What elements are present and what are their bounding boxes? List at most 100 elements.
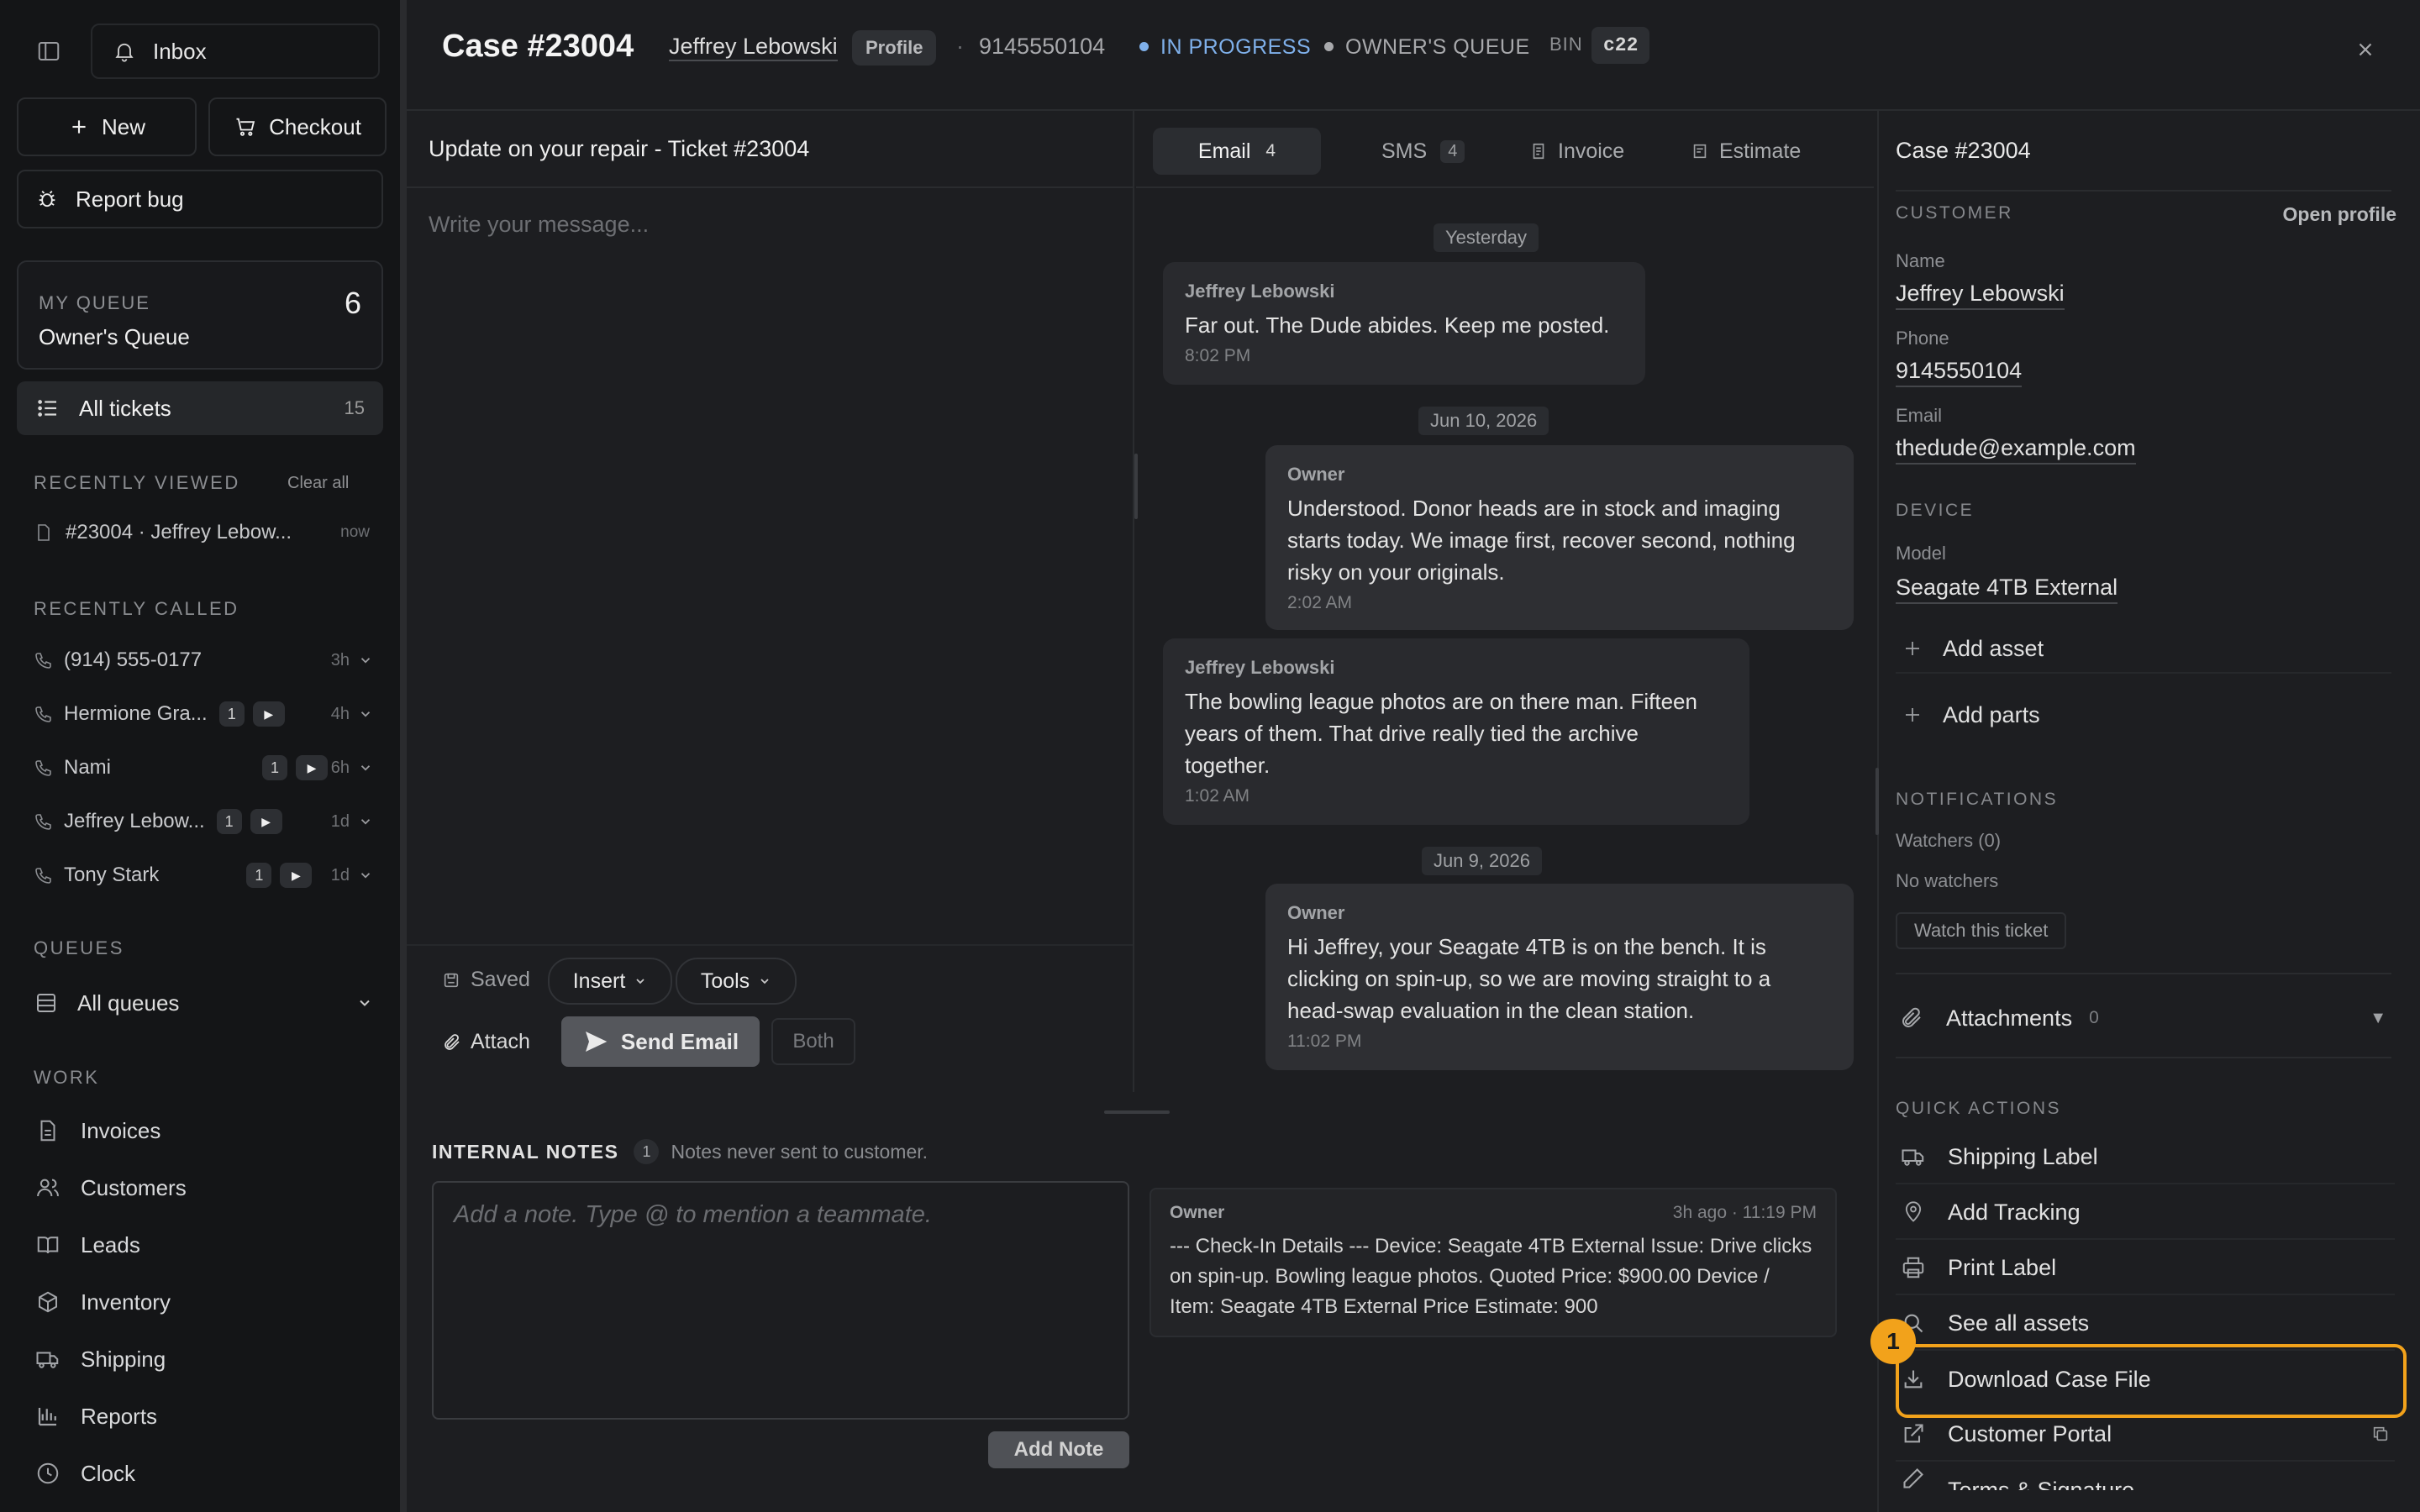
nav-invoices[interactable]: Invoices <box>34 1112 160 1149</box>
report-bug-label: Report bug <box>76 186 184 212</box>
device-model-value[interactable]: Seagate 4TB External <box>1896 575 2118 604</box>
attachments-section-toggle[interactable]: Attachments 0 ▼ <box>1896 995 2391 1042</box>
chevron-down-icon[interactable] <box>358 653 373 668</box>
queue-badge[interactable]: OWNER'S QUEUE <box>1324 35 1530 60</box>
chevron-down-icon[interactable] <box>358 706 373 722</box>
checkout-button[interactable]: Checkout <box>208 97 387 156</box>
phone-icon <box>34 758 54 778</box>
call-row[interactable]: Hermione Gra... 1 ▶ 4h <box>34 697 373 731</box>
customer-name-value[interactable]: Jeffrey Lebowski <box>1896 281 2065 310</box>
book-icon <box>34 1232 62 1257</box>
add-asset-label: Add asset <box>1943 635 2044 661</box>
shipping-label-action[interactable]: Shipping Label <box>1896 1131 2395 1184</box>
bug-icon <box>35 187 59 211</box>
sidebar-panel-icon <box>38 42 60 60</box>
my-queue-caption: MY QUEUE <box>39 292 150 313</box>
nav-inventory[interactable]: Inventory <box>34 1284 171 1320</box>
nav-clock[interactable]: Clock <box>34 1455 135 1492</box>
message-bubble: Owner Hi Jeffrey, your Seagate 4TB is on… <box>1265 884 1854 1070</box>
pen-icon <box>1901 1467 1926 1490</box>
call-time: 1d <box>330 811 350 831</box>
separator-dot: · <box>956 34 964 59</box>
compose-pane: Update on your repair - Ticket #23004 Wr… <box>407 111 1134 1092</box>
phone-label: Phone <box>1896 328 1949 349</box>
nav-leads-label: Leads <box>81 1231 140 1257</box>
watch-ticket-button[interactable]: Watch this ticket <box>1896 912 2067 949</box>
play-icon[interactable]: ▶ <box>280 863 313 888</box>
panel-scrollbar[interactable] <box>1876 768 1879 835</box>
tab-invoice[interactable]: Invoice <box>1529 128 1624 175</box>
add-note-button[interactable]: Add Note <box>988 1431 1129 1468</box>
send-both-button[interactable]: Both <box>771 1018 855 1065</box>
attachments-count: 0 <box>2089 1008 2099 1027</box>
message-time: 11:02 PM <box>1287 1032 1362 1051</box>
inbox-button[interactable]: Inbox <box>91 24 380 79</box>
insert-dropdown[interactable]: Insert <box>548 958 672 1005</box>
nav-customers[interactable]: Customers <box>34 1169 187 1206</box>
call-row[interactable]: Tony Stark 1 ▶ 1d <box>34 858 373 892</box>
open-profile-link[interactable]: Open profile <box>2283 203 2396 226</box>
clear-all-link[interactable]: Clear all <box>287 474 349 493</box>
divider <box>1896 190 2391 192</box>
print-label-action[interactable]: Print Label <box>1896 1242 2395 1295</box>
see-all-assets-action[interactable]: See all assets <box>1896 1297 2395 1351</box>
close-icon[interactable] <box>2354 39 2376 60</box>
call-row[interactable]: Jeffrey Lebow... 1 ▶ 1d <box>34 805 373 838</box>
customer-phone-value[interactable]: 9145550104 <box>1896 358 2023 387</box>
cart-icon <box>234 115 257 139</box>
bin-value[interactable]: c22 <box>1591 27 1650 64</box>
tab-estimate[interactable]: Estimate <box>1691 128 1801 175</box>
play-icon[interactable]: ▶ <box>252 701 285 727</box>
date-separator: Jun 10, 2026 <box>1418 407 1549 435</box>
terms-signature-action[interactable]: Terms & Signature <box>1896 1463 2395 1490</box>
case-detail-panel: Case #23004 Jeffrey Lebowski Profile · 91… <box>407 0 2420 1512</box>
sidebar-resize-handle[interactable] <box>400 0 407 1512</box>
box-icon <box>34 1289 62 1315</box>
add-parts-button[interactable]: Add parts <box>1896 690 2391 739</box>
primary-actions: New Checkout <box>17 97 387 156</box>
send-email-button[interactable]: Send Email <box>561 1016 760 1067</box>
recently-viewed-item[interactable]: #23004 · Jeffrey Lebow... now <box>34 521 370 544</box>
nav-leads[interactable]: Leads <box>34 1226 140 1263</box>
call-time: 3h <box>330 650 350 669</box>
chevron-down-icon[interactable] <box>358 814 373 829</box>
all-queues-dropdown[interactable]: All queues <box>34 984 373 1021</box>
attach-button[interactable]: Attach <box>442 1030 530 1054</box>
chevron-down-icon[interactable] <box>358 760 373 775</box>
all-tickets-nav[interactable]: All tickets 15 <box>17 381 383 435</box>
status-badge[interactable]: IN PROGRESS <box>1139 35 1311 60</box>
call-row[interactable]: (914) 555-0177 3h <box>34 643 373 677</box>
play-icon[interactable]: ▶ <box>250 809 282 834</box>
message-input[interactable]: Write your message... <box>429 212 649 238</box>
tab-sms[interactable]: SMS 4 <box>1381 128 1465 175</box>
no-watchers-text: No watchers <box>1896 870 1999 891</box>
new-button[interactable]: New <box>17 97 197 156</box>
nav-shipping[interactable]: Shipping <box>34 1341 166 1378</box>
chevron-down-icon[interactable] <box>358 868 373 883</box>
tab-invoice-label: Invoice <box>1558 139 1625 163</box>
note-entry: Owner 3h ago · 11:19 PM --- Check-In Det… <box>1150 1188 1837 1337</box>
add-tracking-action[interactable]: Add Tracking <box>1896 1186 2395 1240</box>
case-details-sidebar: Case #23004 CUSTOMER Open profile Name J… <box>1877 111 2420 1512</box>
play-icon[interactable]: ▶ <box>296 755 329 780</box>
call-count-badge: 1 <box>262 755 288 780</box>
copy-icon[interactable] <box>2371 1425 2390 1443</box>
my-queue-card[interactable]: MY QUEUE Owner's Queue 6 <box>17 260 383 370</box>
customer-name-link[interactable]: Jeffrey Lebowski <box>669 34 838 61</box>
notes-resize-handle[interactable] <box>1104 1110 1170 1114</box>
printer-icon <box>1901 1255 1926 1280</box>
nav-shipping-label: Shipping <box>81 1346 166 1372</box>
message-bubble: Jeffrey Lebowski The bowling league phot… <box>1163 638 1749 825</box>
profile-button[interactable]: Profile <box>852 30 937 66</box>
tools-dropdown[interactable]: Tools <box>676 958 797 1005</box>
add-asset-button[interactable]: Add asset <box>1896 625 2391 674</box>
customer-email-value[interactable]: thedude@example.com <box>1896 435 2136 465</box>
note-input[interactable]: Add a note. Type @ to mention a teammate… <box>432 1181 1129 1420</box>
call-row[interactable]: Nami 1 ▶ 6h <box>34 751 373 785</box>
print-label-text: Print Label <box>1948 1254 2057 1280</box>
sidebar-toggle-button[interactable] <box>17 24 81 79</box>
tab-email[interactable]: Email 4 <box>1153 128 1321 175</box>
nav-reports[interactable]: Reports <box>34 1398 157 1435</box>
report-bug-button[interactable]: Report bug <box>17 170 383 228</box>
email-subject[interactable]: Update on your repair - Ticket #23004 <box>429 136 809 162</box>
